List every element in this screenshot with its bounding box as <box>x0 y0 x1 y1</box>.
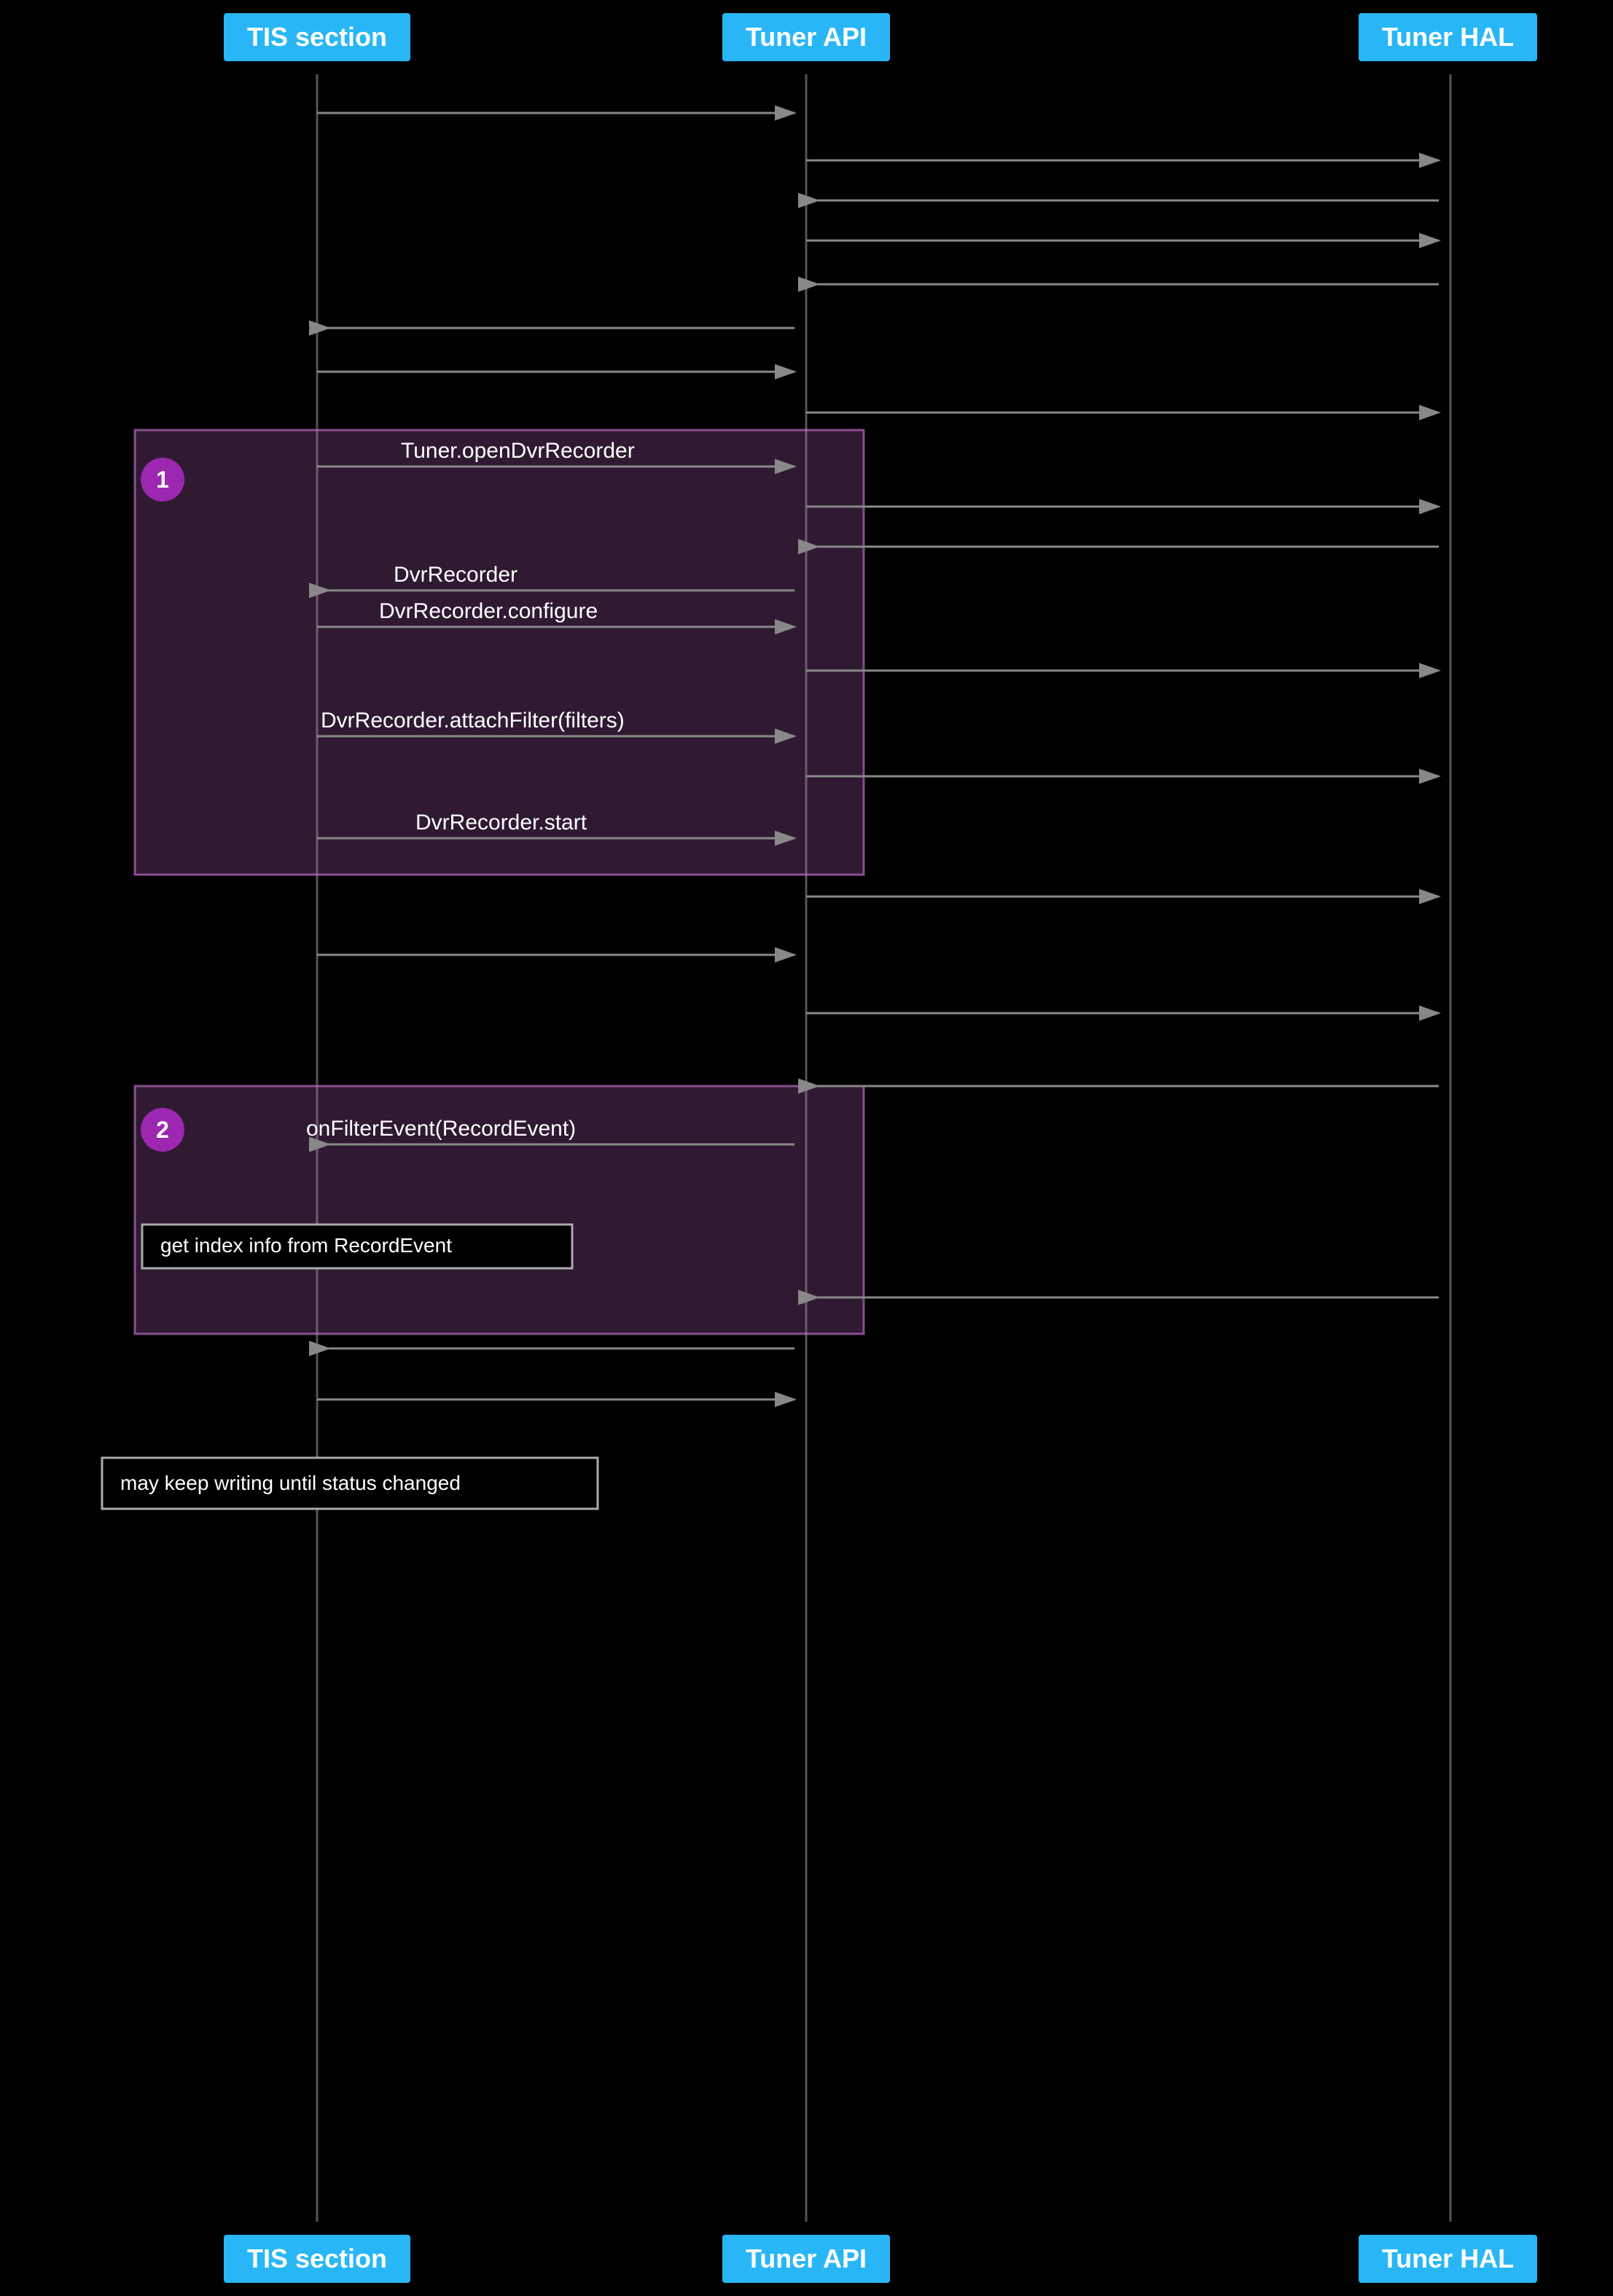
svg-text:Tuner.openDvrRecorder: Tuner.openDvrRecorder <box>401 439 635 463</box>
tis-header-box-top: TIS section <box>224 13 410 61</box>
lifeline-footer-tuner-api: Tuner API <box>634 2222 978 2296</box>
lifeline-header-tuner-api-top: Tuner API <box>634 0 978 74</box>
svg-text:DvrRecorder.configure: DvrRecorder.configure <box>379 599 598 623</box>
tuner-api-header-box-top: Tuner API <box>722 13 890 61</box>
svg-text:may keep writing until status: may keep writing until status changed <box>120 1472 461 1494</box>
lifeline-footer-tis: TIS section <box>188 2222 446 2296</box>
svg-text:DvrRecorder: DvrRecorder <box>394 563 518 587</box>
svg-text:onFilterEvent(RecordEvent): onFilterEvent(RecordEvent) <box>306 1117 576 1141</box>
diagram-container: Tuner.openDvrRecorder DvrRecorder DvrRec… <box>0 0 1613 2296</box>
lifeline-header-tuner-hal-top: Tuner HAL <box>1283 0 1613 74</box>
tuner-hal-footer-box: Tuner HAL <box>1359 2235 1537 2283</box>
tis-footer-box: TIS section <box>224 2235 410 2283</box>
svg-text:DvrRecorder.start: DvrRecorder.start <box>415 811 587 835</box>
step-circle-1: 1 <box>141 458 184 501</box>
step-circle-2: 2 <box>141 1108 184 1152</box>
svg-text:get index info from RecordEven: get index info from RecordEvent <box>160 1234 452 1257</box>
svg-text:DvrRecorder.attachFilter(filte: DvrRecorder.attachFilter(filters) <box>321 708 625 733</box>
tuner-api-footer-box: Tuner API <box>722 2235 890 2283</box>
tuner-hal-header-box-top: Tuner HAL <box>1359 13 1537 61</box>
arrows-svg: Tuner.openDvrRecorder DvrRecorder DvrRec… <box>0 0 1613 2296</box>
lifeline-header-tis-top: TIS section <box>188 0 446 74</box>
lifeline-footer-tuner-hal: Tuner HAL <box>1283 2222 1613 2296</box>
